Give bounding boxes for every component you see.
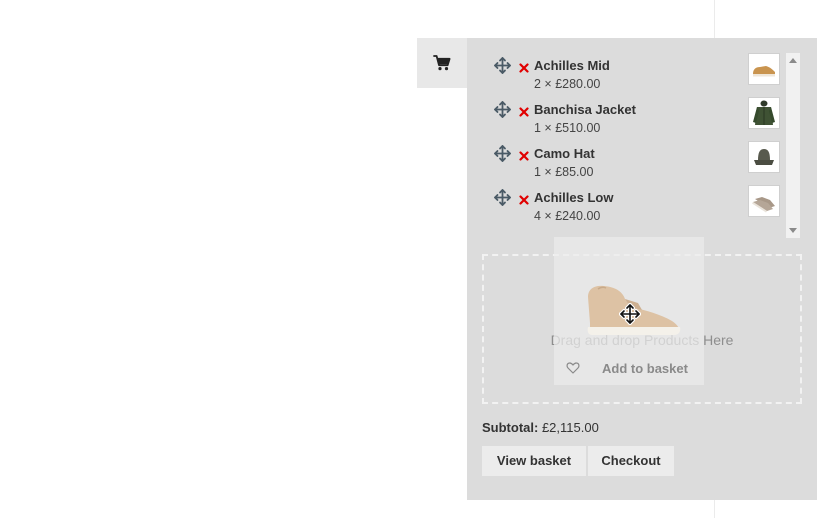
item-quantity-price: 4 × £240.00	[534, 209, 601, 223]
item-quantity-price: 1 × £510.00	[534, 121, 601, 135]
move-icon[interactable]	[493, 100, 512, 119]
move-icon[interactable]	[493, 56, 512, 75]
subtotal: Subtotal: £2,115.00	[482, 420, 599, 435]
item-name[interactable]: Achilles Mid	[534, 58, 610, 73]
item-thumbnail[interactable]	[748, 53, 780, 85]
cart-item: Achilles Mid 2 × £280.00	[487, 53, 782, 97]
cart-item: Camo Hat 1 × £85.00	[487, 141, 782, 185]
view-basket-button[interactable]: View basket	[482, 446, 586, 476]
item-thumbnail[interactable]	[748, 97, 780, 129]
item-quantity-price: 1 × £85.00	[534, 165, 594, 179]
cart-toggle-button[interactable]	[417, 38, 467, 88]
cart-list-scrollbar[interactable]	[786, 53, 800, 238]
item-name[interactable]: Banchisa Jacket	[534, 102, 636, 117]
remove-item-icon[interactable]	[519, 151, 529, 161]
cart-item: Achilles Low 4 × £240.00	[487, 185, 782, 229]
shopping-cart-icon	[433, 55, 451, 71]
bucket-hat-thumbnail	[754, 149, 774, 165]
low-sneaker-thumbnail	[752, 197, 775, 213]
remove-item-icon[interactable]	[519, 107, 529, 117]
remove-item-icon[interactable]	[519, 63, 529, 73]
cart-item-list: Achilles Mid 2 × £280.00 Banchisa Jacket…	[487, 53, 782, 238]
item-quantity-price: 2 × £280.00	[534, 77, 601, 91]
move-icon[interactable]	[493, 144, 512, 163]
green-jacket-thumbnail	[753, 100, 775, 125]
subtotal-value: £2,115.00	[541, 420, 599, 435]
scroll-down-arrow-icon[interactable]	[789, 228, 797, 233]
item-thumbnail[interactable]	[748, 141, 780, 173]
heart-outline-icon[interactable]	[566, 361, 580, 375]
item-name[interactable]: Camo Hat	[534, 146, 595, 161]
mid-sneaker-thumbnail	[753, 66, 775, 77]
subtotal-label: Subtotal:	[482, 420, 539, 435]
add-to-basket-link[interactable]: Add to basket	[602, 361, 688, 376]
move-icon[interactable]	[493, 188, 512, 207]
remove-item-icon[interactable]	[519, 195, 529, 205]
item-name[interactable]: Achilles Low	[534, 190, 613, 205]
scroll-up-arrow-icon[interactable]	[789, 58, 797, 63]
cart-item: Banchisa Jacket 1 × £510.00	[487, 97, 782, 141]
move-cursor-icon	[619, 303, 641, 325]
item-thumbnail[interactable]	[748, 185, 780, 217]
checkout-button[interactable]: Checkout	[588, 446, 674, 476]
